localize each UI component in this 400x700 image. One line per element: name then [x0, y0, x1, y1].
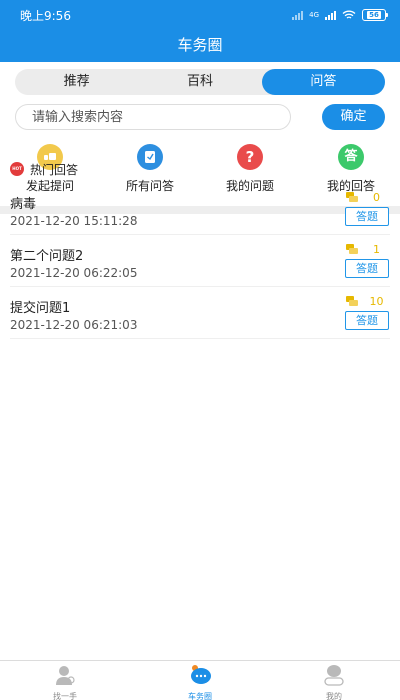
question-title: 病毒 — [10, 197, 37, 212]
question-title: 提交问题1 — [10, 301, 71, 316]
main-content: 推荐 百科 问答 确定 发起提问 所有问答 — [0, 62, 400, 660]
coin-icon — [346, 192, 358, 202]
coin-icon — [346, 296, 358, 306]
status-bar: 晚上9:56 4G 56 — [0, 0, 400, 30]
confirm-button[interactable]: 确定 — [322, 104, 385, 130]
nav-mine-label: 我的 — [326, 692, 342, 700]
question-row[interactable]: 提交问题1 2021-12-20 06:21:03 10 答题 — [10, 287, 390, 339]
question-time: 2021-12-20 15:11:28 — [10, 214, 138, 228]
hot-section-header: HOT 热门回答 — [10, 160, 78, 178]
battery-icon: 56 — [362, 9, 388, 21]
status-time: 晚上9:56 — [20, 8, 71, 23]
question-row[interactable]: 病毒 2021-12-20 15:11:28 0 答题 — [10, 183, 390, 235]
network-type: 4G — [309, 10, 319, 19]
hot-icon: HOT — [10, 162, 24, 176]
tab-recommend[interactable]: 推荐 — [15, 69, 138, 95]
person-icon — [56, 666, 75, 685]
tab-bar: 推荐 百科 问答 — [15, 69, 385, 95]
tab-encyclopedia[interactable]: 百科 — [138, 69, 261, 95]
answer-button[interactable]: 答题 — [345, 311, 389, 330]
signal-icon — [292, 10, 304, 20]
wifi-icon — [342, 10, 356, 19]
tab-qa[interactable]: 问答 — [261, 69, 385, 95]
bottom-nav: 找一手 车务圈 我的 — [0, 660, 400, 700]
nav-circle-label: 车务圈 — [188, 692, 212, 700]
status-icons: 4G 56 — [292, 9, 388, 21]
answer-button[interactable]: 答题 — [345, 207, 389, 226]
hot-question-list: 病毒 2021-12-20 15:11:28 0 答题 第二个问题2 2021-… — [10, 183, 390, 339]
search-row: 确定 — [15, 104, 385, 130]
question-time: 2021-12-20 06:21:03 — [10, 318, 138, 332]
coin-count: 10 — [369, 295, 384, 308]
page-title: 车务圈 — [177, 36, 223, 54]
nav-find[interactable]: 找一手 — [25, 661, 105, 700]
question-time: 2021-12-20 06:22:05 — [10, 266, 138, 280]
profile-icon — [324, 665, 344, 686]
question-title: 第二个问题2 — [10, 249, 84, 264]
answer-icon: 答 — [338, 144, 364, 170]
search-input[interactable] — [15, 104, 291, 130]
coin-icon — [346, 244, 358, 254]
question-row[interactable]: 第二个问题2 2021-12-20 06:22:05 1 答题 — [10, 235, 390, 287]
nav-circle[interactable]: 车务圈 — [160, 661, 240, 700]
coin-count: 0 — [373, 191, 380, 204]
coin-count: 1 — [373, 243, 380, 256]
nav-find-label: 找一手 — [53, 692, 77, 700]
battery-level: 56 — [367, 11, 381, 19]
question-mark-icon: ? — [237, 144, 263, 170]
notebook-icon — [137, 144, 163, 170]
hot-section-title: 热门回答 — [30, 162, 79, 177]
answer-button[interactable]: 答题 — [345, 259, 389, 278]
app-header: 晚上9:56 4G 56 车务圈 — [0, 0, 400, 62]
signal-icon-2 — [325, 10, 336, 20]
nav-mine[interactable]: 我的 — [294, 661, 374, 700]
chat-bubble-icon — [191, 665, 211, 684]
